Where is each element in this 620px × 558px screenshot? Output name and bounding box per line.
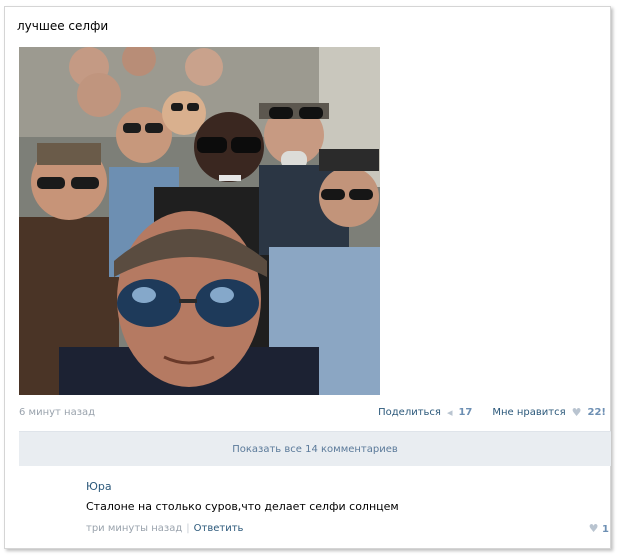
share-button[interactable]: Поделиться (378, 407, 441, 418)
post-card: лучшее селфи 6 минут назад Поделиться ◂ … (4, 6, 611, 549)
like-count: 22! (587, 407, 606, 418)
post-photo[interactable] (19, 47, 380, 395)
heart-icon[interactable]: ♥ (589, 522, 599, 535)
like-button[interactable]: Мне нравится (492, 407, 565, 418)
divider: | (186, 523, 190, 534)
comment-meta: три минуты назад | Ответить (86, 523, 243, 534)
megaphone-icon: ◂ (446, 406, 453, 419)
comment-like-count: 1 (602, 524, 609, 535)
post-timestamp[interactable]: 6 минут назад (19, 407, 95, 418)
comment-text: Сталоне на столько суров,что делает селф… (86, 500, 399, 513)
show-all-comments-button[interactable]: Показать все 14 комментариев (19, 431, 611, 466)
comment-timestamp[interactable]: три минуты назад (86, 523, 182, 534)
post-actions: Поделиться ◂ 17 Мне нравится ♥ 22! (378, 406, 606, 419)
avatar[interactable] (21, 473, 67, 519)
reply-button[interactable]: Ответить (194, 523, 244, 534)
comment-author[interactable]: Юра (86, 480, 112, 493)
share-count: 17 (458, 407, 473, 418)
comment-like[interactable]: ♥ 1 (589, 522, 609, 535)
heart-icon[interactable]: ♥ (572, 406, 582, 419)
comment-item: Юра Сталоне на столько суров,что делает … (19, 467, 611, 543)
post-text: лучшее селфи (17, 19, 109, 33)
